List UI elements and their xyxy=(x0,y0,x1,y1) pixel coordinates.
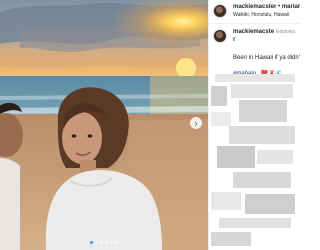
obscured-block xyxy=(229,126,295,144)
obscured-block xyxy=(231,84,293,98)
avatar[interactable] xyxy=(213,29,227,43)
chevron-right-icon: › xyxy=(194,118,198,128)
carousel-dot xyxy=(110,241,113,244)
obscured-block xyxy=(211,232,251,246)
header-second-username[interactable]: mariama xyxy=(282,4,300,10)
obscured-block xyxy=(211,86,227,106)
post-header: mackiemacster • mariama Waikiki, Honolul… xyxy=(209,0,300,24)
header-username[interactable]: mackiemacster xyxy=(233,4,276,10)
obscured-block xyxy=(239,100,287,122)
caption-text: Been in Hawaii if ya didn't xyxy=(233,55,300,61)
avatar[interactable] xyxy=(213,4,227,18)
next-photo-button[interactable]: › xyxy=(190,117,202,129)
carousel-dot xyxy=(100,241,103,244)
carousel-indicator xyxy=(0,241,208,244)
obscured-block xyxy=(215,74,295,82)
post-side-panel: mackiemacster • mariama Waikiki, Honolul… xyxy=(208,0,300,250)
edited-label: Edytowa xyxy=(276,29,296,35)
caption-username-line1: mackiemacste xyxy=(233,29,275,35)
header-usernames: mackiemacster • mariama xyxy=(233,3,300,11)
carousel-dot xyxy=(95,241,98,244)
caption-username-line2: r xyxy=(233,37,236,43)
carousel-dot xyxy=(105,241,108,244)
obscured-block xyxy=(219,218,291,228)
caption-block: mackiemacste r Edytowa xyxy=(209,24,300,54)
obscured-block xyxy=(211,192,241,210)
obscured-block xyxy=(217,146,255,168)
obscured-block xyxy=(245,194,295,214)
carousel-dot xyxy=(115,241,118,244)
obscured-block xyxy=(211,112,231,126)
post-photo: › xyxy=(0,0,208,250)
obscured-block xyxy=(233,172,291,188)
post-location[interactable]: Waikiki, Honolulu, Hawaii xyxy=(233,11,300,19)
obscured-block xyxy=(257,150,293,164)
beach-sunset-image xyxy=(0,0,208,250)
carousel-dot xyxy=(90,241,93,244)
